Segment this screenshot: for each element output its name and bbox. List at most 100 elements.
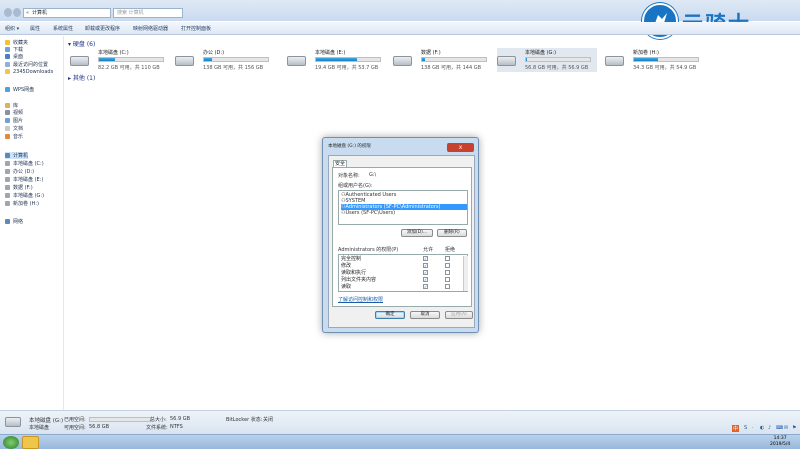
allow-checkbox[interactable]: ✓ bbox=[423, 277, 428, 282]
search-input[interactable]: 搜索 计算机 bbox=[113, 8, 183, 18]
deny-checkbox[interactable] bbox=[445, 284, 450, 289]
group-header-disks[interactable]: ▾ 硬盘 (6) bbox=[68, 39, 95, 48]
drive-free-space: 56.8 GB 可用，共 56.9 GB bbox=[525, 65, 589, 71]
allow-checkbox[interactable]: ✓ bbox=[423, 270, 428, 275]
tray-icon[interactable]: ◐ bbox=[760, 425, 764, 431]
sidebar-item[interactable]: 本地磁盘 (C:) bbox=[5, 160, 44, 167]
sidebar-item[interactable]: 数据 (F:) bbox=[5, 184, 33, 191]
sidebar-item[interactable]: 2345Downloads bbox=[5, 69, 53, 75]
start-button[interactable] bbox=[3, 436, 19, 449]
sidebar-item[interactable]: 库 bbox=[5, 102, 18, 109]
drive-tile[interactable]: 本地磁盘 (G:) 56.8 GB 可用，共 56.9 GB bbox=[497, 48, 597, 72]
allow-checkbox[interactable]: ✓ bbox=[423, 263, 428, 268]
details-usage-bar bbox=[89, 417, 151, 422]
tray-icon[interactable]: ⌨ bbox=[776, 425, 783, 431]
access-control-link[interactable]: 了解访问控制和权限 bbox=[338, 296, 383, 303]
scrollbar[interactable] bbox=[463, 256, 468, 291]
sidebar-item[interactable]: 视频 bbox=[5, 109, 23, 116]
drive-icon bbox=[5, 201, 10, 206]
tray-icon[interactable]: ♪ bbox=[768, 425, 771, 431]
toolbar-item[interactable]: 映射网络驱动器 bbox=[133, 25, 168, 32]
tray-icon[interactable]: · bbox=[752, 425, 754, 431]
sidebar-item-label: 网络 bbox=[13, 219, 24, 225]
details-free-label: 可用空间: bbox=[64, 425, 86, 431]
remove-button[interactable]: 删除(R) bbox=[437, 229, 467, 237]
sidebar-item[interactable]: 办公 (D:) bbox=[5, 168, 34, 175]
drive-free-space: 19.4 GB 可用，共 53.7 GB bbox=[315, 65, 379, 71]
drive-icon bbox=[393, 56, 412, 66]
sidebar-item[interactable]: 本地磁盘 (G:) bbox=[5, 192, 44, 199]
cloud-icon bbox=[5, 87, 10, 92]
deny-checkbox[interactable] bbox=[445, 256, 450, 261]
users-list[interactable]: ⚇Authenticated Users ⚇SYSTEM ⚇Administrato… bbox=[338, 190, 468, 225]
sidebar-item[interactable]: 文档 bbox=[5, 125, 23, 132]
sidebar-item[interactable]: 收藏夹 bbox=[5, 39, 28, 46]
deny-checkbox[interactable] bbox=[445, 277, 450, 282]
apply-button[interactable]: 应用(A) bbox=[445, 311, 473, 319]
toolbar-item[interactable]: 属性 bbox=[30, 25, 40, 32]
picture-icon bbox=[5, 118, 10, 123]
drive-icon bbox=[5, 193, 10, 198]
add-button[interactable]: 添加(D)... bbox=[401, 229, 433, 237]
clock[interactable]: 14:37 2019/5/4 bbox=[770, 436, 790, 448]
sidebar-item[interactable]: 图片 bbox=[5, 117, 23, 124]
drive-tile[interactable]: 新加卷 (H:) 34.3 GB 可用，共 54.9 GB bbox=[605, 48, 705, 72]
explorer-taskbar-icon[interactable] bbox=[22, 436, 39, 449]
toolbar-item[interactable]: 卸载或更改程序 bbox=[85, 25, 120, 32]
allow-checkbox[interactable]: ✓ bbox=[423, 256, 428, 261]
drive-name: 新加卷 (H:) bbox=[633, 50, 659, 56]
folder-icon bbox=[5, 69, 10, 74]
dialog-body: 安全 对象名称: G:\ 组或用户名(G): ⚇Authenticated Us… bbox=[328, 155, 475, 328]
object-value: G:\ bbox=[369, 172, 377, 178]
permissions-label: Administrators 的权限(P) bbox=[338, 247, 399, 253]
details-total-value: 56.9 GB bbox=[170, 416, 191, 422]
sidebar-item[interactable]: 桌面 bbox=[5, 53, 23, 60]
sidebar-item[interactable]: 计算机 bbox=[5, 152, 29, 159]
toolbar-item[interactable]: 系统属性 bbox=[53, 25, 73, 32]
drive-tile[interactable]: 数据 (F:) 138 GB 可用，共 144 GB bbox=[393, 48, 493, 72]
document-icon bbox=[5, 126, 10, 131]
sidebar-item[interactable]: 下载 bbox=[5, 46, 23, 53]
tray-icon[interactable]: S bbox=[744, 425, 747, 431]
drive-tile[interactable]: 本地磁盘 (E:) 19.4 GB 可用，共 53.7 GB bbox=[287, 48, 387, 72]
user-list-item[interactable]: ⚇Users (SF-PC\Users) bbox=[341, 210, 467, 216]
sidebar-item[interactable]: 网络 bbox=[5, 218, 23, 225]
cancel-button[interactable]: 取消 bbox=[410, 311, 440, 319]
toolbar-item[interactable]: 打开控制面板 bbox=[181, 25, 211, 32]
deny-checkbox[interactable] bbox=[445, 270, 450, 275]
drive-icon bbox=[497, 56, 516, 66]
drive-usage-fill bbox=[99, 58, 115, 61]
notification-tray: 中 S · ◐ ♪ ⌨ ✉ ⚑ bbox=[732, 424, 800, 434]
sidebar-item-label: 最近访问的位置 bbox=[13, 62, 49, 68]
ime-indicator[interactable]: 中 bbox=[732, 425, 740, 432]
drive-tile[interactable]: 本地磁盘 (C:) 82.2 GB 可用，共 110 GB bbox=[70, 48, 170, 72]
details-total-label: 总大小: bbox=[150, 417, 167, 423]
details-free-value: 56.8 GB bbox=[89, 424, 110, 430]
permissions-dialog: 本地磁盘 (G:) 的权限 x 安全 对象名称: G:\ 组或用户名(G): ⚇… bbox=[322, 137, 479, 333]
details-type: 本地磁盘 bbox=[29, 425, 50, 431]
deny-checkbox[interactable] bbox=[445, 263, 450, 268]
sidebar-item[interactable]: 最近访问的位置 bbox=[5, 61, 48, 68]
tray-icon[interactable]: ⚑ bbox=[792, 425, 796, 431]
permission-name: 修改 bbox=[341, 263, 352, 269]
group-header-other[interactable]: ▸ 其他 (1) bbox=[68, 73, 95, 82]
permission-row: 修改 ✓ bbox=[341, 263, 459, 269]
sidebar-item-label: 桌面 bbox=[13, 54, 24, 60]
back-button[interactable] bbox=[4, 8, 12, 17]
allow-checkbox[interactable]: ✓ bbox=[423, 284, 428, 289]
tray-icon[interactable]: ✉ bbox=[784, 425, 788, 431]
sidebar-item[interactable]: 新加卷 (H:) bbox=[5, 200, 39, 207]
drive-usage-fill bbox=[526, 58, 527, 61]
sidebar-item[interactable]: 本地磁盘 (E:) bbox=[5, 176, 43, 183]
sidebar-item[interactable]: 音乐 bbox=[5, 133, 23, 140]
permission-row: 完全控制 ✓ bbox=[341, 256, 459, 262]
ok-button[interactable]: 确定 bbox=[375, 311, 405, 319]
toolbar-item[interactable]: 组织 ▾ bbox=[5, 25, 19, 32]
sidebar-item[interactable]: WPS网盘 bbox=[5, 86, 34, 93]
address-bar[interactable]: «计算机 bbox=[23, 8, 111, 18]
close-button[interactable]: x bbox=[447, 143, 474, 152]
drive-usage-bar bbox=[203, 57, 269, 62]
drive-tile[interactable]: 办公 (D:) 138 GB 可用，共 156 GB bbox=[175, 48, 275, 72]
sidebar-item-label: 本地磁盘 (G:) bbox=[13, 193, 45, 199]
forward-button[interactable] bbox=[13, 8, 21, 17]
